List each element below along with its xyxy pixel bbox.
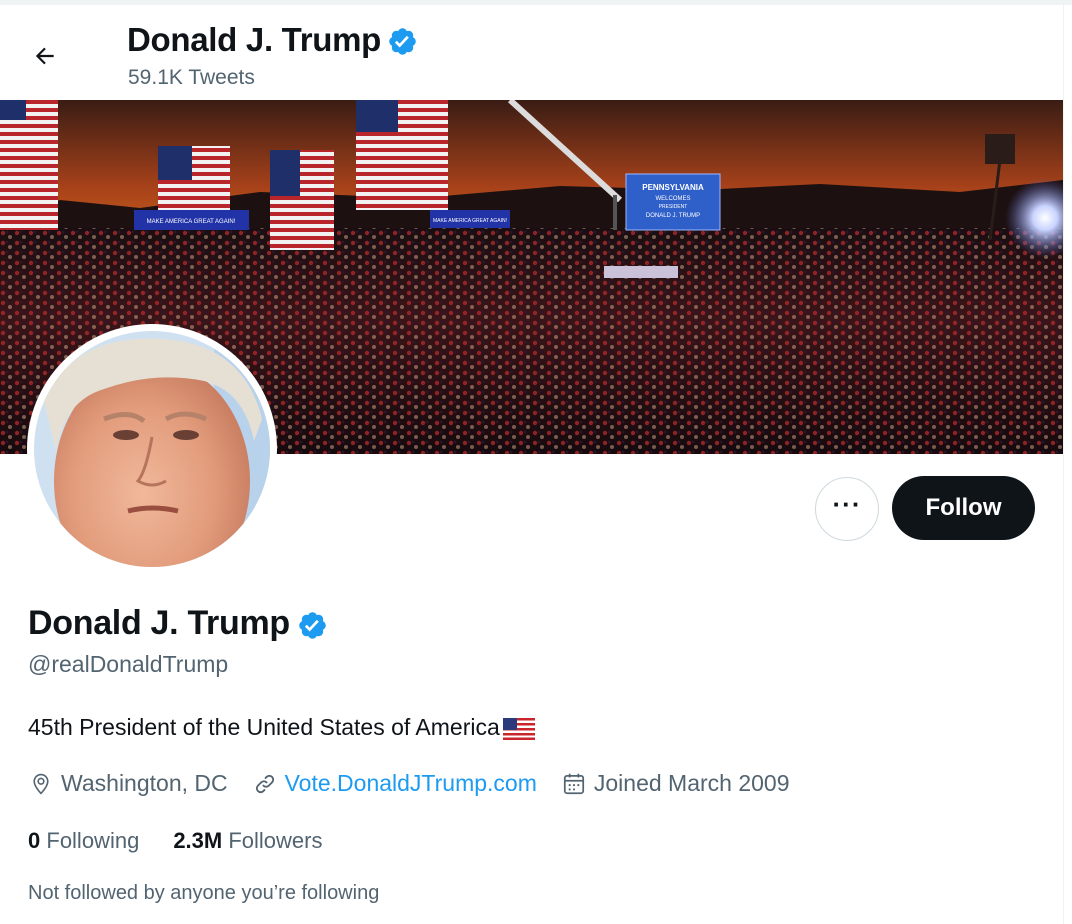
avatar-image xyxy=(34,331,270,567)
banner-sign-2: MAKE AMERICA GREAT AGAIN! xyxy=(433,218,507,224)
profile-bio: 45th President of the United States of A… xyxy=(28,714,535,741)
profile-handle: @realDonaldTrump xyxy=(28,651,229,677)
following-count: 0 xyxy=(28,828,41,853)
profile-name: Donald J. Trump xyxy=(28,604,290,642)
banner-screen-line-4: DONALD J. TRUMP xyxy=(646,213,700,219)
header-title: Donald J. Trump xyxy=(127,21,418,59)
joined-text: Joined March 2009 xyxy=(593,770,790,796)
followers-label: Followers xyxy=(228,828,323,853)
banner-screen-line-3: PRESIDENT xyxy=(659,204,688,210)
back-arrow-icon xyxy=(35,47,54,65)
banner-sign-1: MAKE AMERICA GREAT AGAIN! xyxy=(147,219,236,225)
banner-screen-line-1: PENNSYLVANIA xyxy=(642,183,704,192)
following-link[interactable]: 0 Following xyxy=(28,828,139,854)
location: Washington, DC xyxy=(28,770,228,797)
website: Vote.DonaldJTrump.com xyxy=(252,770,537,797)
profile-name-row: Donald J. Trump xyxy=(28,604,328,643)
following-label: Following xyxy=(46,828,140,853)
more-options-button[interactable]: ··· xyxy=(815,477,879,541)
join-date: Joined March 2009 xyxy=(561,770,790,797)
link-icon xyxy=(255,774,274,793)
location-text: Washington, DC xyxy=(61,770,228,796)
bio-text: 45th President of the United States of A… xyxy=(28,714,500,740)
followers-count: 2.3M xyxy=(173,828,223,853)
avatar[interactable] xyxy=(27,324,277,574)
profile-meta: Washington, DC Vote.DonaldJTrump.com Joi… xyxy=(28,770,814,797)
us-flag-icon xyxy=(502,717,535,740)
right-divider xyxy=(1063,0,1064,924)
verified-badge-icon xyxy=(299,611,326,639)
website-link[interactable]: Vote.DonaldJTrump.com xyxy=(285,770,537,797)
profile-header: Donald J. Trump 59.1K Tweets xyxy=(0,5,1063,100)
header-name: Donald J. Trump xyxy=(127,21,382,58)
back-button[interactable] xyxy=(22,33,68,79)
calendar-icon xyxy=(563,773,584,794)
more-icon: ··· xyxy=(832,489,862,519)
banner-screen-line-2: WELCOMES xyxy=(655,196,690,202)
tweet-count: 59.1K Tweets xyxy=(128,66,255,89)
followers-link[interactable]: 2.3M Followers xyxy=(173,828,322,854)
not-followed-note: Not followed by anyone you’re following xyxy=(28,882,380,904)
verified-badge-icon xyxy=(389,28,416,55)
location-icon xyxy=(33,773,49,795)
follow-button[interactable]: Follow xyxy=(892,476,1035,540)
follow-stats: 0 Following 2.3M Followers xyxy=(28,828,357,854)
